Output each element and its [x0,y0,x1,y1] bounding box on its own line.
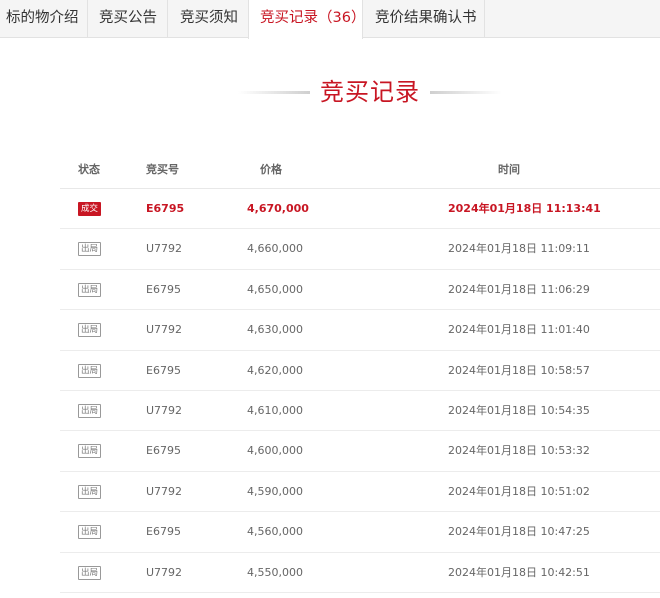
bid-number: U7792 [146,565,183,579]
tab-bid-notice[interactable]: 竞买须知 [168,0,248,38]
bid-number: E6795 [146,444,181,458]
status-badge: 出局 [78,403,102,418]
table-row: 出局 E6795 4,560,000 2024年01月18日 10:47:25 [60,512,660,553]
bid-time: 2024年01月18日 10:51:02 [448,484,590,498]
bid-price: 4,600,000 [247,444,303,458]
table-header: 状态 竞买号 价格 时间 [60,150,660,189]
status-badge: 出局 [78,323,102,338]
tab-result-confirmation[interactable]: 竞价结果确认书 [363,0,485,38]
bid-time: 2024年01月18日 11:06:29 [448,282,590,296]
bid-price: 4,620,000 [247,363,303,377]
status-badge: 出局 [78,282,102,297]
table-row: 出局 U7792 4,610,000 2024年01月18日 10:54:35 [60,391,660,432]
header-time: 时间 [498,163,520,176]
bid-number: E6795 [146,202,185,215]
table-row: 出局 U7792 4,630,000 2024年01月18日 11:01:40 [60,310,660,351]
status-badge: 出局 [78,363,102,378]
table-row: 出局 E6795 4,620,000 2024年01月18日 10:58:57 [60,351,660,391]
table-row: 出局 E6795 4,600,000 2024年01月18日 10:53:32 [60,431,660,472]
table-row: 出局 U7792 4,590,000 2024年01月18日 10:51:02 [60,472,660,513]
bid-price: 4,650,000 [247,282,303,296]
bid-number: U7792 [146,403,183,417]
bid-price: 4,550,000 [247,565,303,579]
status-badge: 出局 [78,525,102,540]
bid-time: 2024年01月18日 10:47:25 [448,525,590,539]
bid-time: 2024年01月18日 10:54:35 [448,403,590,417]
bid-time: 2024年01月18日 11:09:11 [448,242,590,256]
tab-bar: 标的物介绍 竞买公告 竞买须知 竞买记录（36） 竞价结果确认书 [0,0,660,39]
bid-time: 2024年01月18日 10:42:51 [448,565,590,579]
bid-time: 2024年01月18日 10:58:57 [448,363,590,377]
bid-number: E6795 [146,282,181,296]
status-badge: 出局 [78,444,102,459]
header-price: 价格 [260,163,282,176]
bid-price: 4,670,000 [247,202,309,215]
bid-number: E6795 [146,363,181,377]
bid-number: U7792 [146,242,183,256]
table-row: 出局 U7792 4,550,000 2024年01月18日 10:42:51 [60,553,660,593]
title-divider-right [430,91,502,94]
bid-records-table: 状态 竞买号 价格 时间 成交 E6795 4,670,000 2024年01月… [60,150,660,593]
bid-number: U7792 [146,323,183,337]
bid-price: 4,610,000 [247,403,303,417]
tab-bid-announcement[interactable]: 竞买公告 [88,0,168,38]
bid-price: 4,590,000 [247,484,303,498]
status-badge: 成交 [78,202,102,216]
status-badge: 出局 [78,242,102,257]
bid-price: 4,630,000 [247,323,303,337]
status-badge: 出局 [78,565,102,580]
bid-price: 4,560,000 [247,525,303,539]
bid-number: E6795 [146,525,181,539]
table-row: 出局 E6795 4,650,000 2024年01月18日 11:06:29 [60,270,660,311]
header-status: 状态 [78,163,100,176]
bid-price: 4,660,000 [247,242,303,256]
tab-bid-records[interactable]: 竞买记录（36） [248,0,365,39]
bid-time: 2024年01月18日 10:53:32 [448,444,590,458]
header-bid-number: 竞买号 [146,163,179,176]
bid-time: 2024年01月18日 11:01:40 [448,323,590,337]
table-row: 成交 E6795 4,670,000 2024年01月18日 11:13:41 [60,189,660,230]
section-title: 竞买记录 [320,78,420,106]
bid-time: 2024年01月18日 11:13:41 [448,202,601,215]
bid-number: U7792 [146,484,183,498]
status-badge: 出局 [78,484,102,499]
table-row: 出局 U7792 4,660,000 2024年01月18日 11:09:11 [60,229,660,270]
tab-item-intro[interactable]: 标的物介绍 [0,0,88,38]
section-heading: 竞买记录 [0,74,660,114]
title-divider-left [238,91,310,94]
